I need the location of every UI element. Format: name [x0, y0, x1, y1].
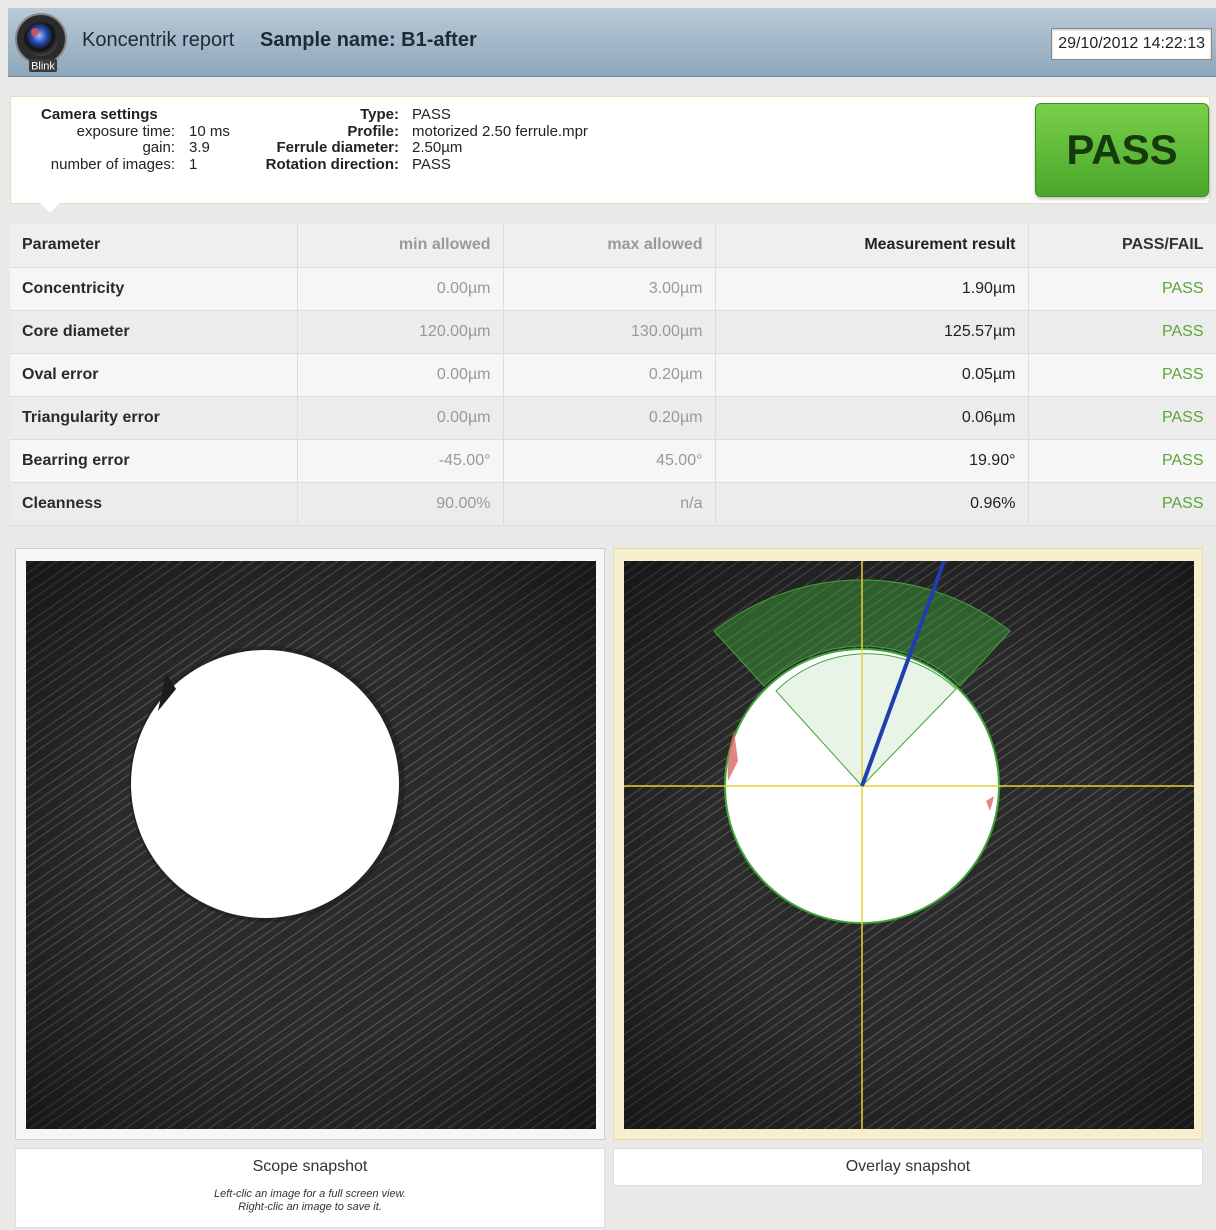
overlay-snapshot-frame	[613, 548, 1203, 1140]
report-header: Blink Koncentrik report Sample name: B1-…	[8, 8, 1216, 77]
column-header: Parameter	[10, 224, 298, 268]
measurement-cell: 0.05µm	[715, 353, 1029, 397]
camera-settings-title: Camera settings	[41, 106, 158, 123]
min-allowed-cell: 0.00µm	[297, 267, 504, 311]
logo-text: Blink	[31, 61, 55, 73]
snapshot-hint: Left-clic an image for a full screen vie…	[16, 1188, 604, 1214]
profile-value: PASS	[412, 106, 451, 123]
sample-name: Sample name: B1-after	[260, 29, 477, 51]
parameter-cell: Core diameter	[10, 310, 298, 354]
setting-value: 10 ms	[189, 122, 230, 140]
blink-logo-icon: Blink	[15, 13, 67, 73]
min-allowed-cell: 0.00µm	[297, 353, 504, 397]
report-timestamp: 29/10/2012 14:22:13	[1051, 28, 1212, 60]
profile-value: motorized 2.50 ferrule.mpr	[412, 122, 588, 140]
table-row: Concentricity 0.00µm 3.00µm 1.90µm PASS	[10, 267, 1216, 311]
profile-label: Rotation direction:	[265, 155, 399, 173]
parameter-cell: Concentricity	[10, 267, 298, 311]
profile-value: PASS	[412, 155, 451, 173]
max-allowed-cell: n/a	[503, 482, 716, 526]
scope-snapshot-title: Scope snapshot	[252, 1158, 368, 1175]
pass-fail-cell: PASS	[1028, 439, 1216, 483]
pass-fail-cell: PASS	[1028, 310, 1216, 354]
measurement-cell: 125.57µm	[715, 310, 1029, 354]
table-header-row: Parameter min allowed max allowed Measur…	[10, 224, 1216, 268]
column-header: min allowed	[297, 224, 504, 268]
table-row: Bearring error -45.00° 45.00° 19.90° PAS…	[10, 439, 1216, 483]
parameter-cell: Triangularity error	[10, 396, 298, 440]
max-allowed-cell: 45.00°	[503, 439, 716, 483]
measurement-cell: 1.90µm	[715, 267, 1029, 311]
measurement-cell: 0.96%	[715, 482, 1029, 526]
parameter-cell: Cleanness	[10, 482, 298, 526]
max-allowed-cell: 130.00µm	[503, 310, 716, 354]
parameter-cell: Oval error	[10, 353, 298, 397]
snapshot-hint-line: Left-clic an image for a full screen vie…	[214, 1188, 406, 1200]
table-row: Core diameter 120.00µm 130.00µm 125.57µm…	[10, 310, 1216, 354]
setting-label: exposure time:	[76, 122, 175, 140]
min-allowed-cell: 90.00%	[297, 482, 504, 526]
measurement-cell: 19.90°	[715, 439, 1029, 483]
column-header: max allowed	[503, 224, 716, 268]
max-allowed-cell: 0.20µm	[503, 353, 716, 397]
overlay-snapshot-title: Overlay snapshot	[845, 1158, 971, 1175]
profile-value: 2.50µm	[412, 139, 463, 156]
profile-info: Type: PASS Profile: motorized 2.50 ferrule…	[237, 106, 588, 173]
camera-settings: Camera settings exposure time: 10 ms gain…	[23, 106, 230, 173]
max-allowed-cell: 0.20µm	[503, 396, 716, 440]
table-row: Oval error 0.00µm 0.20µm 0.05µm PASS	[10, 353, 1216, 397]
pass-fail-cell: PASS	[1028, 353, 1216, 397]
max-allowed-cell: 3.00µm	[503, 267, 716, 311]
scope-snapshot-frame	[15, 548, 605, 1140]
overall-pass-badge: PASS	[1035, 103, 1209, 197]
setting-value: 1	[189, 155, 198, 173]
scope-snapshot-image[interactable]	[26, 561, 596, 1129]
profile-label: Profile:	[347, 122, 399, 140]
min-allowed-cell: 0.00µm	[297, 396, 504, 440]
column-header: Measurement result	[715, 224, 1029, 268]
setting-value: 3.9	[189, 139, 210, 156]
scope-snapshot-caption: Scope snapshot Left-clic an image for a …	[15, 1148, 605, 1228]
profile-label: Ferrule diameter:	[276, 139, 399, 156]
setting-label: gain:	[142, 139, 175, 156]
app-title: Koncentrik report	[82, 29, 235, 51]
results-table: Parameter min allowed max allowed Measur…	[10, 224, 1216, 526]
column-header: PASS/FAIL	[1028, 224, 1216, 268]
settings-panel: Camera settings exposure time: 10 ms gain…	[10, 96, 1210, 204]
snapshot-hint-line: Right-clic an image to save it.	[238, 1201, 382, 1213]
pass-fail-cell: PASS	[1028, 267, 1216, 311]
profile-label: Type:	[360, 106, 399, 123]
min-allowed-cell: 120.00µm	[297, 310, 504, 354]
table-row: Triangularity error 0.00µm 0.20µm 0.06µm…	[10, 396, 1216, 440]
settings-panel-pointer	[38, 201, 62, 213]
min-allowed-cell: -45.00°	[297, 439, 504, 483]
measurement-cell: 0.06µm	[715, 396, 1029, 440]
pass-fail-cell: PASS	[1028, 482, 1216, 526]
table-row: Cleanness 90.00% n/a 0.96% PASS	[10, 482, 1216, 526]
setting-label: number of images:	[50, 155, 175, 173]
overlay-snapshot-image[interactable]	[624, 561, 1194, 1129]
parameter-cell: Bearring error	[10, 439, 298, 483]
pass-fail-cell: PASS	[1028, 396, 1216, 440]
overlay-snapshot-caption: Overlay snapshot	[613, 1148, 1203, 1186]
